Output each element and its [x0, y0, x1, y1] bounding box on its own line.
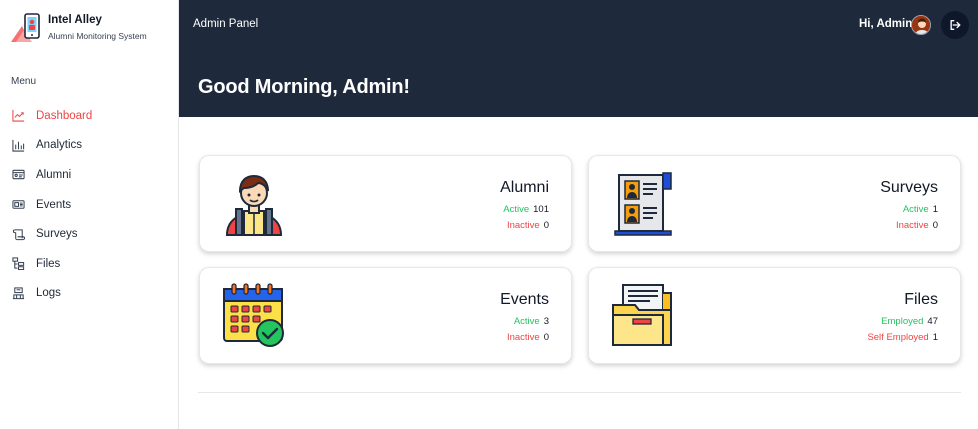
bar-chart-icon	[11, 138, 25, 152]
sidebar-item-label: Events	[36, 198, 72, 211]
student-icon	[225, 174, 283, 236]
folder-tree-icon	[11, 257, 25, 271]
calendar-check-icon	[223, 283, 284, 347]
folder-icon	[612, 284, 672, 346]
sidebar-item-label: Alumni	[36, 168, 72, 181]
sidebar-item-label: Analytics	[36, 139, 83, 152]
user-greeting[interactable]: Hi, Admin	[859, 18, 912, 30]
brand-name: Intel Alley	[48, 14, 102, 26]
top-bar: Admin Panel Hi, Admin Good Morning, Admi…	[179, 0, 978, 117]
sidebar-item-label: Surveys	[36, 228, 78, 241]
sidebar-nav: Dashboard Analytics Alumni Events Survey…	[0, 101, 178, 308]
logout-button[interactable]	[941, 11, 969, 39]
surveys-card[interactable]: Surveys Active 1 Inactive 0	[588, 155, 961, 252]
content-divider	[198, 392, 961, 393]
sidebar-item-logs[interactable]: Logs	[0, 279, 178, 309]
stat-inactive: Inactive 0	[506, 220, 549, 231]
sidebar-item-dashboard[interactable]: Dashboard	[0, 101, 178, 131]
card-title: Events	[500, 291, 549, 308]
stat-active: Active 1	[902, 204, 938, 215]
sidebar: Intel Alley Alumni Monitoring System Men…	[0, 0, 179, 429]
ticket-icon	[11, 198, 25, 212]
card-title: Alumni	[500, 179, 549, 196]
scroll-icon	[11, 227, 25, 241]
panel-title: Admin Panel	[193, 18, 259, 30]
chart-line-icon	[11, 109, 25, 123]
brand[interactable]: Intel Alley Alumni Monitoring System	[10, 10, 175, 46]
sidebar-item-surveys[interactable]: Surveys	[0, 219, 178, 249]
sidebar-item-label: Dashboard	[36, 109, 93, 122]
alumni-card[interactable]: Alumni Active 101 Inactive 0	[199, 155, 572, 252]
stat-inactive: Inactive 0	[895, 220, 938, 231]
sidebar-item-events[interactable]: Events	[0, 190, 178, 220]
sidebar-item-files[interactable]: Files	[0, 249, 178, 279]
app-logo-icon	[11, 13, 40, 42]
events-card[interactable]: Events Active 3 Inactive 0	[199, 267, 572, 364]
card-title: Files	[904, 291, 938, 308]
avatar[interactable]	[911, 15, 931, 35]
page-title: Good Morning, Admin!	[198, 76, 410, 98]
sidebar-item-analytics[interactable]: Analytics	[0, 131, 178, 161]
files-card[interactable]: Files Employed 47 Self Employed 1	[588, 267, 961, 364]
logout-icon	[950, 20, 961, 30]
stat-active: Active 3	[513, 316, 549, 327]
stat-employed: Employed 47	[881, 316, 938, 327]
logs-icon	[11, 286, 25, 300]
sidebar-item-label: Logs	[36, 287, 61, 300]
card-title: Surveys	[880, 179, 938, 196]
survey-document-icon	[614, 172, 672, 236]
stat-inactive: Inactive 0	[506, 332, 549, 343]
stat-self-employed: Self Employed 1	[867, 332, 938, 343]
menu-heading: Menu	[11, 76, 37, 87]
sidebar-item-label: Files	[36, 257, 61, 270]
stat-active: Active 101	[503, 204, 549, 215]
sidebar-item-alumni[interactable]: Alumni	[0, 160, 178, 190]
brand-subtitle: Alumni Monitoring System	[48, 31, 147, 41]
id-card-icon	[11, 168, 25, 182]
